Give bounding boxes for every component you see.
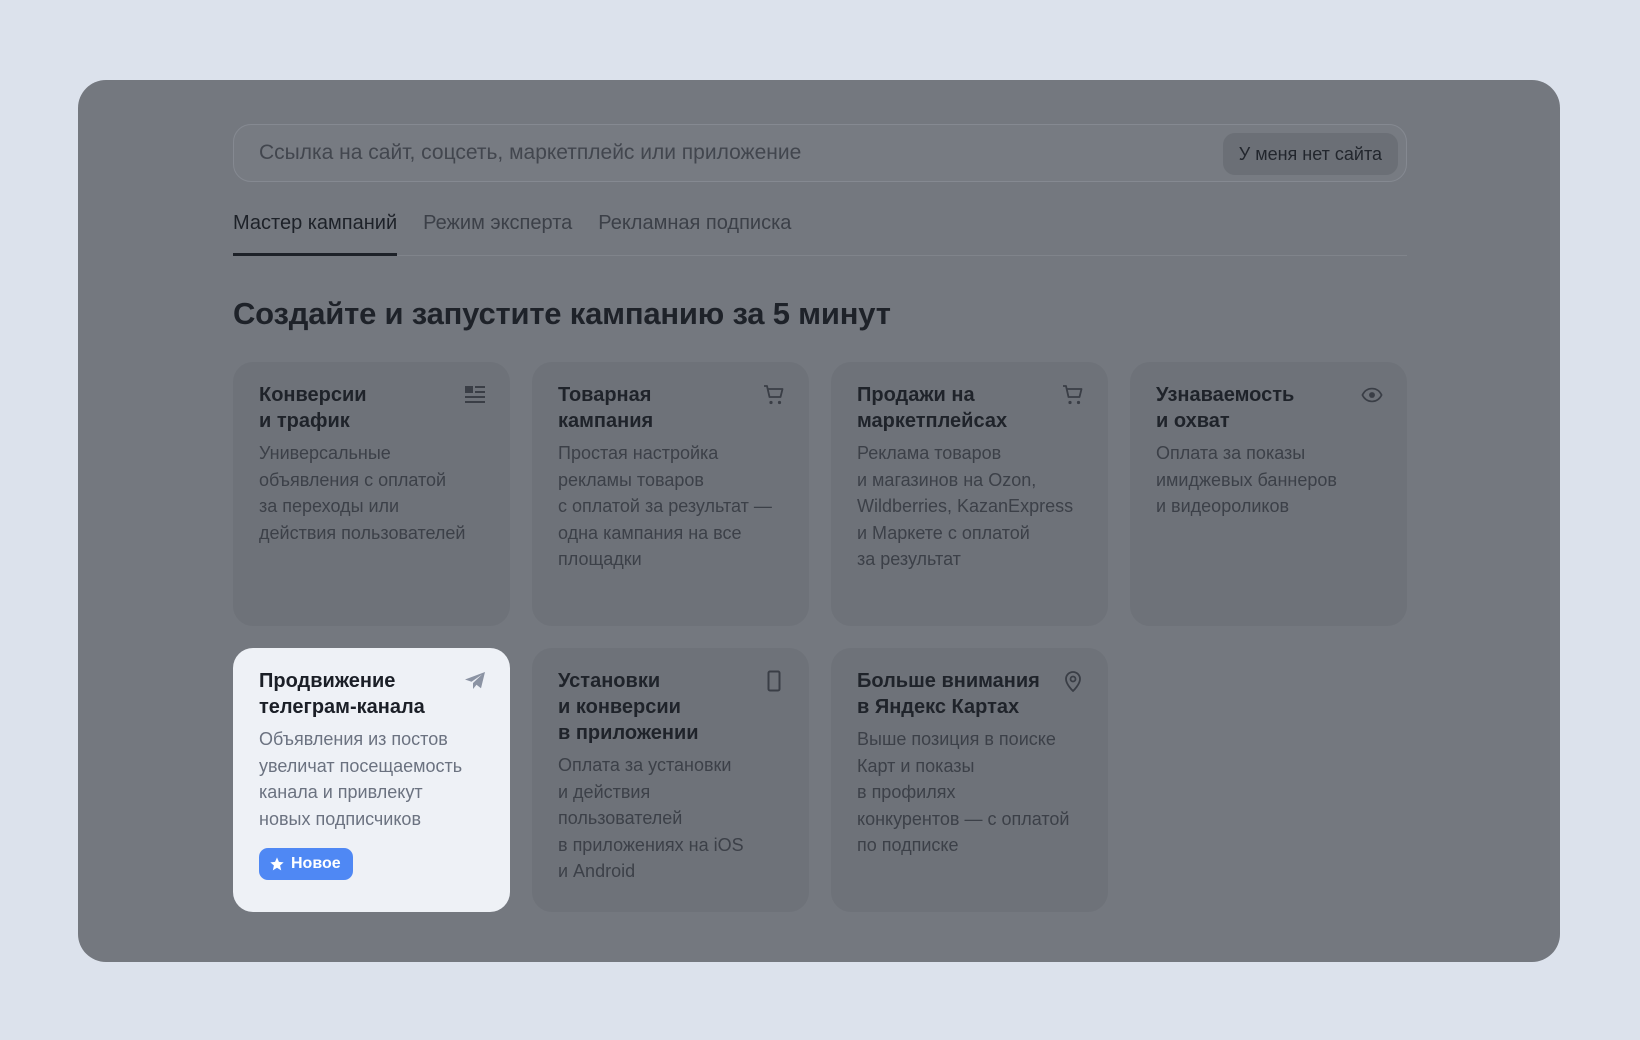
card-title: Установки и конверсии в приложении [558, 670, 699, 744]
card-description: Универсальные объявления с оплатой за пе… [259, 443, 466, 543]
list-icon [464, 384, 486, 406]
card-title: Продвижение телеграм-канала [259, 670, 425, 718]
cart-icon [1062, 384, 1084, 406]
card-yandex-maps[interactable]: Больше внимания в Яндекс Картах Выше поз… [831, 648, 1108, 912]
campaign-type-grid: Конверсии и трафик Универсальные объявле… [233, 362, 1407, 912]
card-description: Оплата за установки и действия пользоват… [558, 755, 744, 881]
card-marketplace-sales[interactable]: Продажи на маркетплейсах Реклама товаров… [831, 362, 1108, 626]
badge-label: Новое [291, 855, 341, 872]
map-pin-icon [1062, 670, 1084, 692]
mode-tabs: Мастер кампаний Режим эксперта Рекламная… [233, 206, 1407, 256]
card-description: Реклама товаров и магазинов на Ozon, Wil… [857, 443, 1074, 569]
card-title: Товарная кампания [558, 384, 654, 432]
tab-expert-mode[interactable]: Режим эксперта [423, 206, 572, 256]
campaign-panel: У меня нет сайта Мастер кампаний Режим э… [78, 80, 1560, 962]
page-heading: Создайте и запустите кампанию за 5 минут [233, 296, 891, 331]
card-title: Конверсии и трафик [259, 384, 367, 432]
eye-icon [1361, 384, 1383, 406]
tab-ad-subscription[interactable]: Рекламная подписка [598, 206, 791, 256]
card-description: Простая настройка рекламы товаров с опла… [558, 443, 772, 569]
card-description: Оплата за показы имиджевых баннеров и ви… [1156, 443, 1337, 516]
site-link-search: У меня нет сайта [233, 124, 1407, 182]
cart-icon [763, 384, 785, 406]
new-badge: Новое [259, 848, 353, 880]
card-awareness-reach[interactable]: Узнаваемость и охват Оплата за показы им… [1130, 362, 1407, 626]
card-description: Объявления из постов увеличат посещаемос… [259, 729, 463, 829]
no-site-button[interactable]: У меня нет сайта [1222, 133, 1398, 175]
panel-content: У меня нет сайта Мастер кампаний Режим э… [233, 124, 1407, 912]
card-title: Узнаваемость и охват [1156, 384, 1295, 432]
card-product-campaign[interactable]: Товарная кампания Простая настройка рекл… [532, 362, 809, 626]
card-telegram-promotion[interactable]: Продвижение телеграм-канала Объявления и… [233, 648, 510, 912]
card-title: Продажи на маркетплейсах [857, 384, 1008, 432]
star-icon [270, 857, 284, 871]
telegram-icon [464, 670, 486, 692]
card-title: Больше внимания в Яндекс Картах [857, 670, 1040, 718]
tab-campaign-master[interactable]: Мастер кампаний [233, 206, 398, 256]
phone-icon [763, 670, 785, 692]
card-conversions-traffic[interactable]: Конверсии и трафик Универсальные объявле… [233, 362, 510, 626]
card-app-installs[interactable]: Установки и конверсии в приложении Оплат… [532, 648, 809, 912]
card-description: Выше позиция в поиске Карт и показы в пр… [857, 729, 1070, 855]
